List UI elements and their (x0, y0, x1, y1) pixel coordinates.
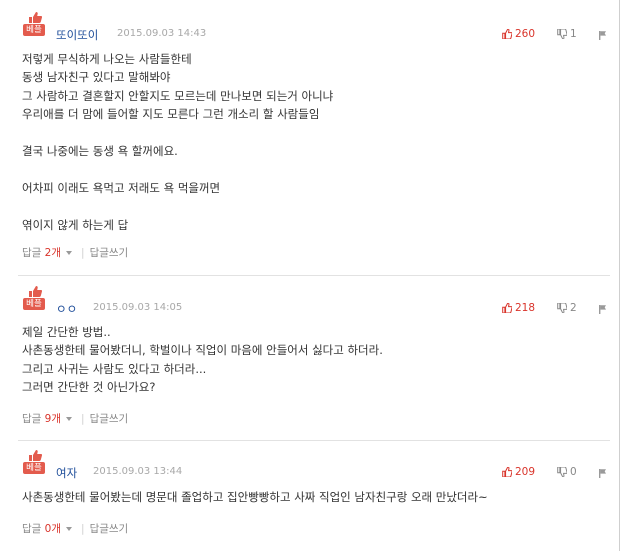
like-count: 218 (515, 302, 536, 314)
comment-line: 결국 나중에는 동생 욕 할꺼에요. (22, 144, 178, 159)
comment-nickname[interactable]: 또이또이 (56, 27, 98, 43)
comment-line (22, 160, 333, 178)
thumbs-down-icon (557, 28, 568, 40)
reply-label: 답글 (22, 413, 42, 425)
report-icon (599, 469, 606, 478)
reply-toggle[interactable]: 답글 9개 (22, 413, 76, 425)
reply-label: 답글 (22, 523, 42, 535)
reply-toggle[interactable]: 답글 2개 (22, 247, 76, 259)
comment-line (22, 124, 333, 142)
best-badge: 베플 (23, 450, 47, 474)
reply-bar: 답글 2개 | 답글쓰기 (22, 245, 128, 260)
separator: | (81, 247, 85, 259)
like-count: 260 (515, 28, 536, 40)
best-tag: 베플 (23, 24, 45, 36)
comment-line: 그러면 간단한 것 아닌가요? (22, 380, 156, 395)
comment-date: 2015.09.03 14:43 (117, 28, 207, 39)
like-button[interactable]: 218 (502, 302, 535, 314)
thumbs-down-icon (557, 302, 568, 314)
report-button[interactable] (598, 467, 607, 481)
comment-line: 어차피 이래도 욕먹고 저래도 욕 먹을꺼면 (22, 180, 221, 195)
comment-line: 동생 남자친구 있다고 말해봐야 (22, 70, 171, 85)
comment-line: 사촌동생한테 물어봤더니, 학벌이나 직업이 마음에 안들어서 싫다고 하더라. (22, 343, 383, 358)
comment-line: 우리애를 더 맘에 들어할 지도 모른다 그런 개소리 할 사람들임 (22, 107, 320, 122)
dislike-button[interactable]: 1 (557, 28, 577, 40)
write-reply-link[interactable]: 답글쓰기 (90, 247, 129, 259)
thumbs-up-icon (502, 28, 513, 40)
comment-date: 2015.09.03 13:44 (93, 466, 183, 477)
reply-count: 0개 (44, 523, 62, 535)
dislike-count: 1 (570, 28, 577, 40)
best-thumb-icon (29, 12, 42, 23)
thumbs-up-icon (502, 302, 513, 314)
right-border (619, 0, 620, 551)
like-button[interactable]: 260 (502, 28, 535, 40)
best-badge: 베플 (23, 286, 47, 310)
thumbs-up-icon (502, 466, 513, 478)
reply-label: 답글 (22, 247, 42, 259)
comment-date: 2015.09.03 14:05 (93, 302, 183, 313)
report-button[interactable] (598, 29, 607, 43)
like-button[interactable]: 209 (502, 466, 535, 478)
dislike-count: 0 (570, 466, 577, 478)
comment-divider (18, 440, 610, 441)
thumbs-down-icon (557, 466, 568, 478)
reply-toggle[interactable]: 답글 0개 (22, 523, 76, 535)
report-icon (599, 31, 606, 40)
caret-down-icon[interactable] (66, 416, 73, 421)
reply-bar: 답글 9개 | 답글쓰기 (22, 411, 128, 426)
best-thumb-icon (29, 450, 42, 461)
comment-line: 엮이지 않게 하는게 답 (22, 217, 129, 232)
report-icon (599, 305, 606, 314)
comment-nickname[interactable]: 여자 (56, 465, 77, 481)
separator: | (81, 523, 85, 535)
caret-down-icon[interactable] (66, 250, 73, 255)
reply-count: 2개 (44, 247, 62, 259)
comment-nickname[interactable]: ㅇㅇ (56, 301, 77, 317)
comment-line (22, 197, 333, 215)
reply-bar: 답글 0개 | 답글쓰기 (22, 521, 128, 536)
caret-down-icon[interactable] (66, 526, 73, 531)
dislike-button[interactable]: 2 (557, 302, 577, 314)
best-badge: 베플 (23, 12, 47, 36)
best-tag: 베플 (23, 298, 45, 310)
comment-body: 사촌동생한테 물어봤는데 명문대 졸업하고 집안빵빵하고 사짜 직업인 남자친구… (22, 488, 488, 506)
comment-line: 사촌동생한테 물어봤는데 명문대 졸업하고 집안빵빵하고 사짜 직업인 남자친구… (22, 490, 488, 504)
reply-count: 9개 (44, 413, 62, 425)
comment-line: 제일 간단한 방법.. (22, 325, 111, 339)
separator: | (81, 413, 85, 425)
comment-divider (18, 275, 610, 276)
comment-body: 제일 간단한 방법.. 사촌동생한테 물어봤더니, 학벌이나 직업이 마음에 안들… (22, 323, 383, 397)
comment-body: 저렇게 무식하게 나오는 사람들한테동생 남자친구 있다고 말해봐야그 사람하고… (22, 50, 333, 234)
write-reply-link[interactable]: 답글쓰기 (90, 413, 129, 425)
best-tag: 베플 (23, 462, 45, 474)
write-reply-link[interactable]: 답글쓰기 (90, 523, 129, 535)
comment-line: 저렇게 무식하게 나오는 사람들한테 (22, 52, 192, 66)
report-button[interactable] (598, 303, 607, 317)
dislike-count: 2 (570, 302, 577, 314)
dislike-button[interactable]: 0 (557, 466, 577, 478)
comment-line: 그리고 사귀는 사람도 있다고 하더라... (22, 361, 207, 376)
best-thumb-icon (29, 286, 42, 297)
like-count: 209 (515, 466, 536, 478)
comment-line: 그 사람하고 결혼할지 안할지도 모르는데 만나보면 되는거 아니냐 (22, 88, 334, 103)
